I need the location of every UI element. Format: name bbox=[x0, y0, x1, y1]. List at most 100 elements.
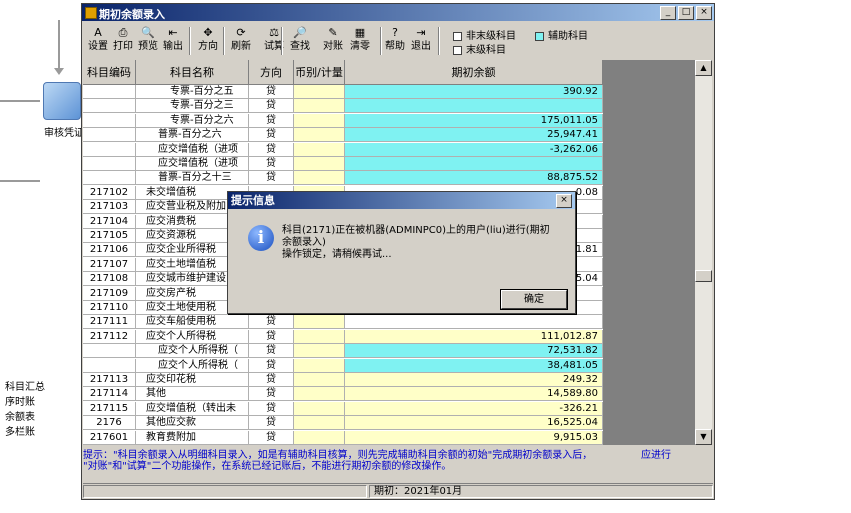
menu-item-multicolumn[interactable]: 多栏账 bbox=[5, 425, 45, 440]
tool-refresh-button[interactable]: ⟳ 刷新 bbox=[229, 26, 253, 53]
cell-code[interactable] bbox=[83, 99, 136, 114]
table-row[interactable]: 应交增值税（进项贷 bbox=[83, 157, 603, 171]
ok-button[interactable]: 确定 bbox=[500, 289, 568, 310]
cell-code[interactable] bbox=[83, 358, 136, 373]
cell-name[interactable]: 其他应交款 bbox=[136, 416, 249, 431]
cell-amount[interactable] bbox=[345, 315, 603, 330]
cell-code[interactable]: 217110 bbox=[83, 301, 136, 315]
minimize-button[interactable]: _ bbox=[660, 6, 676, 20]
window-titlebar[interactable]: 期初余额录入 _ □ × bbox=[82, 4, 714, 21]
cell-direction[interactable]: 贷 bbox=[249, 387, 294, 402]
cell-direction[interactable]: 贷 bbox=[249, 344, 294, 359]
table-row[interactable]: 217601 教育费附加贷 9,915.03 bbox=[83, 430, 603, 445]
cell-currency[interactable] bbox=[294, 344, 345, 359]
tool-clear-button[interactable]: ▦ 清零 bbox=[348, 26, 372, 53]
cell-code[interactable] bbox=[83, 85, 136, 99]
cell-code[interactable]: 217103 bbox=[83, 200, 136, 215]
cell-code[interactable] bbox=[83, 171, 136, 186]
cell-currency[interactable] bbox=[294, 315, 345, 330]
cell-currency[interactable] bbox=[294, 157, 345, 171]
cell-direction[interactable]: 贷 bbox=[249, 358, 294, 373]
cell-currency[interactable] bbox=[294, 387, 345, 402]
cell-code[interactable]: 217105 bbox=[83, 229, 136, 243]
cell-amount[interactable]: -3,262.06 bbox=[345, 142, 603, 157]
table-row[interactable]: 普票-百分之六贷 25,947.41 bbox=[83, 128, 603, 143]
tool-export-button[interactable]: ⇤ 输出 bbox=[161, 26, 185, 53]
cell-currency[interactable] bbox=[294, 401, 345, 416]
cell-name[interactable]: 教育费附加 bbox=[136, 430, 249, 445]
tool-settings-button[interactable]: A 设置 bbox=[86, 26, 110, 53]
cell-name[interactable]: 专票-百分之六 bbox=[136, 113, 249, 128]
scroll-thumb[interactable] bbox=[695, 270, 712, 282]
cell-code[interactable]: 217114 bbox=[83, 387, 136, 402]
cell-amount[interactable]: -326.21 bbox=[345, 401, 603, 416]
tool-preview-button[interactable]: 🔍 预览 bbox=[136, 26, 160, 53]
audit-voucher-icon[interactable] bbox=[43, 82, 81, 120]
tool-exit-button[interactable]: ⇥ 退出 bbox=[409, 26, 433, 53]
cell-code[interactable]: 217115 bbox=[83, 401, 136, 416]
menu-item-journal[interactable]: 序时账 bbox=[5, 395, 45, 410]
cell-direction[interactable]: 贷 bbox=[249, 99, 294, 114]
cell-name[interactable]: 专票-百分之三 bbox=[136, 99, 249, 114]
scroll-up-icon[interactable]: ▲ bbox=[695, 60, 712, 76]
cell-currency[interactable] bbox=[294, 99, 345, 114]
cell-name[interactable]: 应交个人所得税（ bbox=[136, 358, 249, 373]
cell-direction[interactable]: 贷 bbox=[249, 329, 294, 344]
col-header-currency[interactable]: 币别/计量 bbox=[294, 60, 345, 85]
dialog-title[interactable]: 提示信息 bbox=[228, 192, 575, 209]
tool-direction-button[interactable]: ✥ 方向 bbox=[196, 26, 220, 53]
cell-direction[interactable]: 贷 bbox=[249, 85, 294, 99]
cell-amount[interactable]: 38,481.05 bbox=[345, 358, 603, 373]
cell-name[interactable]: 专票-百分之五 bbox=[136, 85, 249, 99]
table-row[interactable]: 专票-百分之六贷 175,011.05 bbox=[83, 113, 603, 128]
cell-amount[interactable] bbox=[345, 157, 603, 171]
maximize-button[interactable]: □ bbox=[678, 6, 694, 20]
menu-item-summary[interactable]: 科目汇总 bbox=[5, 380, 45, 395]
scroll-down-icon[interactable]: ▼ bbox=[695, 429, 712, 445]
tool-find-button[interactable]: 🔎 查找 bbox=[288, 26, 312, 53]
cell-name[interactable]: 应交增值税（进项 bbox=[136, 157, 249, 171]
cell-code[interactable]: 217104 bbox=[83, 214, 136, 229]
cell-amount[interactable]: 25,947.41 bbox=[345, 128, 603, 143]
cell-direction[interactable]: 贷 bbox=[249, 113, 294, 128]
cell-code[interactable]: 217113 bbox=[83, 373, 136, 387]
table-row[interactable]: 普票-百分之十三贷 88,875.52 bbox=[83, 171, 603, 186]
cell-direction[interactable]: 贷 bbox=[249, 128, 294, 143]
cell-name[interactable]: 普票-百分之六 bbox=[136, 128, 249, 143]
table-row[interactable]: 217113 应交印花税贷 249.32 bbox=[83, 373, 603, 387]
cell-amount[interactable]: 9,915.03 bbox=[345, 430, 603, 445]
table-row[interactable]: 217111 应交车船使用税贷 bbox=[83, 315, 603, 330]
cell-code[interactable]: 217108 bbox=[83, 272, 136, 287]
col-header-direction[interactable]: 方向 bbox=[249, 60, 294, 85]
cell-code[interactable] bbox=[83, 113, 136, 128]
cell-amount[interactable]: 16,525.04 bbox=[345, 416, 603, 431]
cell-amount[interactable]: 72,531.82 bbox=[345, 344, 603, 359]
cell-currency[interactable] bbox=[294, 85, 345, 99]
cell-amount[interactable] bbox=[345, 99, 603, 114]
cell-code[interactable]: 2176 bbox=[83, 416, 136, 431]
cell-code[interactable]: 217106 bbox=[83, 243, 136, 258]
vertical-scrollbar[interactable]: ▲ ▼ bbox=[695, 60, 712, 445]
cell-currency[interactable] bbox=[294, 171, 345, 186]
cell-direction[interactable]: 贷 bbox=[249, 171, 294, 186]
cell-name[interactable]: 普票-百分之十三 bbox=[136, 171, 249, 186]
cell-currency[interactable] bbox=[294, 358, 345, 373]
table-row[interactable]: 217115 应交增值税（转出未贷 -326.21 bbox=[83, 401, 603, 416]
cell-code[interactable]: 217102 bbox=[83, 185, 136, 200]
table-row[interactable]: 217112 应交个人所得税贷 111,012.87 bbox=[83, 329, 603, 344]
cell-code[interactable] bbox=[83, 142, 136, 157]
cell-direction[interactable]: 贷 bbox=[249, 416, 294, 431]
col-header-name[interactable]: 科目名称 bbox=[136, 60, 249, 85]
cell-amount[interactable]: 111,012.87 bbox=[345, 329, 603, 344]
dialog-close-button[interactable]: × bbox=[556, 194, 572, 208]
cell-code[interactable] bbox=[83, 344, 136, 359]
table-row[interactable]: 专票-百分之五贷 390.92 bbox=[83, 85, 603, 99]
cell-code[interactable]: 217107 bbox=[83, 257, 136, 272]
cell-amount[interactable]: 14,589.80 bbox=[345, 387, 603, 402]
cell-name[interactable]: 应交增值税（进项 bbox=[136, 142, 249, 157]
cell-currency[interactable] bbox=[294, 113, 345, 128]
cell-amount[interactable]: 390.92 bbox=[345, 85, 603, 99]
cell-direction[interactable]: 贷 bbox=[249, 401, 294, 416]
cell-direction[interactable]: 贷 bbox=[249, 315, 294, 330]
table-row[interactable]: 专票-百分之三贷 bbox=[83, 99, 603, 114]
